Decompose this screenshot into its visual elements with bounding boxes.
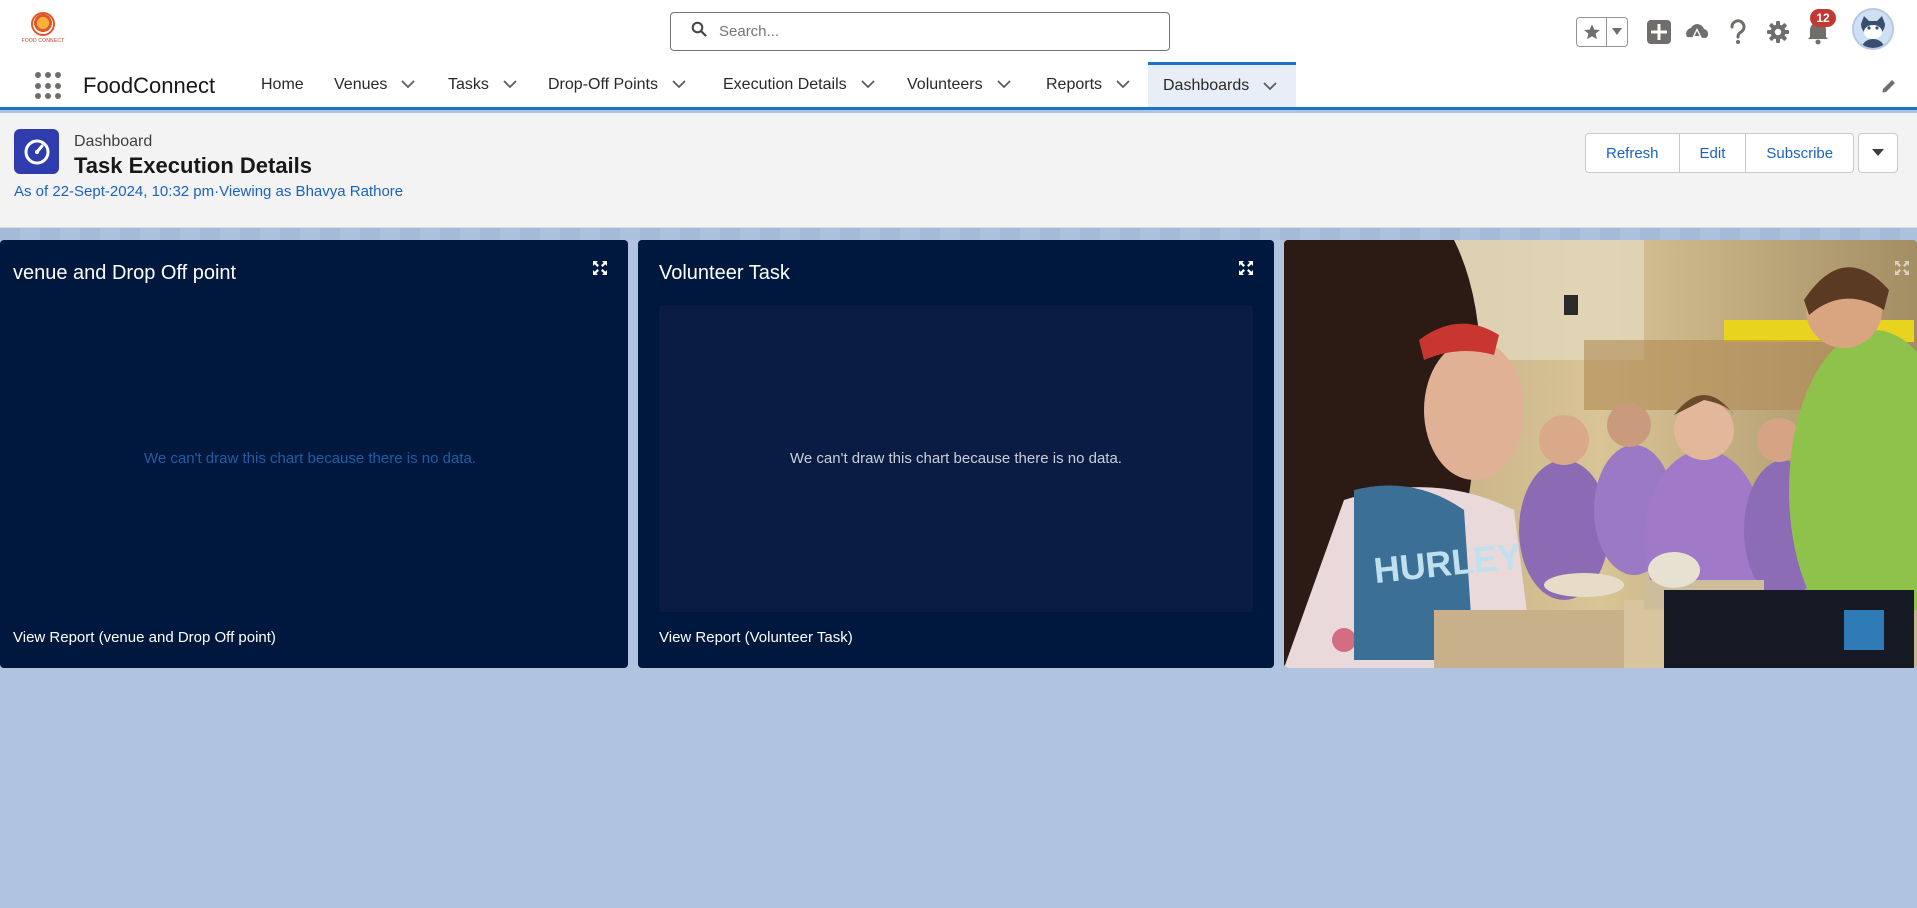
chevron-down-icon[interactable] (996, 78, 1011, 92)
widget-title: Volunteer Task (659, 262, 790, 284)
dashboard-widget-venue-drop-off: venue and Drop Off point We can't draw t… (0, 240, 628, 668)
dashboard-timestamp: As of 22-Sept-2024, 10:32 pm·Viewing as … (14, 183, 404, 200)
page-title: Task Execution Details (74, 153, 313, 178)
expand-icon[interactable] (592, 260, 608, 276)
trailhead-icon[interactable] (1683, 18, 1711, 46)
app-logo[interactable]: FOOD CONNECT (22, 12, 64, 50)
expand-icon[interactable] (1894, 260, 1910, 276)
page-header: Dashboard Task Execution Details As of 2… (0, 113, 1917, 228)
avatar[interactable] (1852, 8, 1894, 50)
nav-item-home[interactable]: Home (261, 62, 304, 107)
dashboard-canvas: venue and Drop Off point We can't draw t… (0, 228, 1917, 908)
nav-item-execution-details[interactable]: Execution Details (723, 62, 875, 107)
search-icon (691, 21, 707, 42)
search-input[interactable] (719, 23, 1139, 40)
nav-item-label: Dashboards (1163, 77, 1250, 94)
nav-item-venues[interactable]: Venues (334, 62, 416, 107)
view-report-link[interactable]: View Report (venue and Drop Off point) (13, 629, 276, 646)
global-header: FOOD CONNECT 12 (0, 0, 1917, 62)
help-icon[interactable] (1724, 18, 1752, 46)
nav-item-label: Venues (334, 75, 388, 93)
expand-icon[interactable] (1238, 260, 1254, 276)
favorites-button-group (1576, 17, 1628, 47)
nav-item-tasks[interactable]: Tasks (448, 62, 517, 107)
more-actions-chevron-down-icon[interactable] (1858, 133, 1898, 173)
empty-chart-message: We can't draw this chart because there i… (144, 450, 476, 467)
gear-icon[interactable] (1764, 18, 1792, 46)
view-report-link[interactable]: View Report (Volunteer Task) (659, 629, 853, 646)
app-name: FoodConnect (83, 73, 216, 98)
notification-badge: 12 (1810, 9, 1836, 27)
pencil-icon[interactable] (1881, 78, 1897, 94)
nav-item-label: Tasks (448, 75, 489, 93)
subscribe-button[interactable]: Subscribe (1746, 134, 1853, 172)
nav-item-dashboards[interactable]: Dashboards (1148, 62, 1296, 107)
header-button-group: Refresh Edit Subscribe (1585, 133, 1855, 173)
nav-item-label: Execution Details (723, 75, 847, 93)
nav-item-label: Volunteers (907, 75, 983, 93)
logo-text: FOOD CONNECT (21, 38, 65, 44)
dashboard-image-widget: HURLEY (1284, 240, 1917, 668)
dashboard-icon (14, 129, 59, 174)
nav-item-reports[interactable]: Reports (1046, 62, 1130, 107)
chevron-down-icon[interactable] (401, 78, 416, 92)
logo-mark (31, 12, 55, 36)
empty-chart-message: We can't draw this chart because there i… (659, 305, 1253, 612)
nav-item-volunteers[interactable]: Volunteers (907, 62, 1011, 107)
chevron-down-icon[interactable] (503, 78, 517, 92)
chevron-down-icon[interactable] (672, 78, 686, 92)
nav-item-label: Reports (1046, 75, 1103, 93)
volunteers-photo: HURLEY (1284, 240, 1917, 668)
add-icon[interactable] (1645, 18, 1673, 46)
canvas-background-pattern (0, 228, 1917, 240)
app-nav-bar: FoodConnect Home Venues Tasks Drop-Off P… (0, 62, 1917, 110)
star-icon[interactable] (1577, 18, 1607, 46)
favorites-menu-chevron-down-icon[interactable] (1607, 18, 1627, 46)
edit-button[interactable]: Edit (1680, 134, 1747, 172)
dashboard-widget-volunteer-task: Volunteer Task We can't draw this chart … (638, 240, 1274, 668)
nav-item-label: Drop-Off Points (548, 75, 658, 93)
refresh-button[interactable]: Refresh (1586, 134, 1680, 172)
chevron-down-icon[interactable] (1116, 78, 1130, 92)
global-search[interactable] (670, 12, 1170, 51)
widget-title: venue and Drop Off point (13, 262, 237, 284)
chevron-down-icon[interactable] (1263, 79, 1277, 93)
chevron-down-icon[interactable] (860, 78, 875, 92)
object-label: Dashboard (74, 133, 153, 150)
app-launcher-icon[interactable] (35, 72, 63, 100)
nav-item-label: Home (261, 75, 304, 93)
nav-item-drop-off-points[interactable]: Drop-Off Points (548, 62, 686, 107)
